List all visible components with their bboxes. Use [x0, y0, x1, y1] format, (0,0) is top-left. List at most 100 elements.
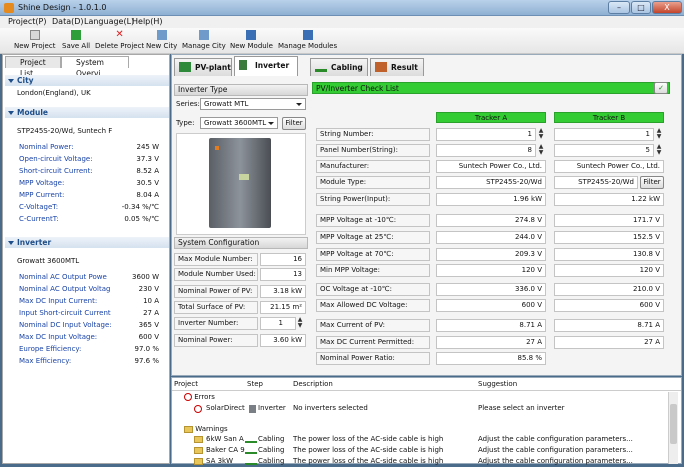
- inverter-property-value: 600 V: [138, 333, 159, 341]
- tracker-b-value[interactable]: 1: [554, 128, 654, 141]
- module-filter-button[interactable]: Filter: [640, 176, 664, 189]
- module-property-row: Nominal Power: 245 W: [19, 143, 159, 151]
- issue-row[interactable]: SA 3kW Cabling The power loss of the AC-si…: [194, 457, 664, 467]
- tab-system-overview[interactable]: System Overvi: [61, 56, 129, 78]
- issue-scrollbar[interactable]: [668, 392, 678, 464]
- menu-project[interactable]: Project(P): [8, 17, 46, 26]
- tracker-a-value: 244.0 V: [436, 231, 546, 244]
- tracker-b-stepper[interactable]: ▲ ▼: [654, 128, 664, 141]
- issue-project: 6kW San A: [206, 435, 244, 443]
- minimize-button[interactable]: –: [608, 1, 630, 14]
- manage-modules-icon: [302, 30, 313, 40]
- tab-cabling[interactable]: Cabling: [310, 58, 368, 76]
- check-list-header: PV/Inverter Check List: [312, 82, 670, 94]
- save-all-button[interactable]: Save All: [62, 30, 90, 50]
- tab-project-list[interactable]: Project List: [5, 56, 61, 78]
- scrollbar-thumb[interactable]: [670, 404, 677, 444]
- module-property-label: C-CurrentT:: [19, 215, 59, 223]
- issue-row[interactable]: Baker CA 9 Cabling The power loss of the A…: [194, 446, 664, 456]
- maximize-button[interactable]: □: [631, 1, 651, 14]
- pv-plant-icon: [179, 62, 191, 72]
- delete-project-button[interactable]: ✕ Delete Project: [95, 30, 144, 51]
- tracker-a-value[interactable]: 1: [436, 128, 536, 141]
- col-project: Project: [174, 380, 198, 388]
- tracker-a-value: Suntech Power Co., Ltd.: [436, 160, 546, 173]
- inverter-property-label: Nominal DC Input Voltage:: [19, 321, 112, 329]
- tracker-a-value: 274.8 V: [436, 214, 546, 227]
- module-property-value: 8.52 A: [136, 167, 159, 175]
- errors-group[interactable]: Errors: [184, 393, 215, 401]
- close-button[interactable]: X: [652, 1, 682, 14]
- module-property-value: -0.34 %/℃: [121, 203, 159, 211]
- inverter-image: [176, 133, 306, 235]
- inverter-icon: [239, 60, 247, 70]
- module-property-label: Nominal Power:: [19, 143, 74, 151]
- menu-language[interactable]: Language(L): [84, 17, 134, 26]
- tracker-b-value: 8.71 A: [554, 319, 664, 332]
- tracker-a-value: 336.0 V: [436, 283, 546, 296]
- module-property-label: MPP Current:: [19, 191, 65, 199]
- tracker-b-value: 1.22 kW: [554, 193, 664, 206]
- type-select[interactable]: Growatt 3600MTL: [200, 117, 278, 129]
- module-section-header[interactable]: Module: [5, 107, 169, 118]
- issue-description: No inverters selected: [293, 404, 368, 412]
- inverter-section-header[interactable]: Inverter: [5, 237, 169, 248]
- new-module-button[interactable]: New Module: [230, 30, 273, 50]
- module-property-row: MPP Current: 8.04 A: [19, 191, 159, 199]
- tab-inverter[interactable]: Inverter: [234, 56, 298, 76]
- tracker-a-stepper[interactable]: ▲ ▼: [536, 144, 546, 157]
- menu-help[interactable]: Help(H): [132, 17, 163, 26]
- checklist-label: MPP Voltage at 25℃:: [316, 231, 430, 244]
- tracker-b-value: 600 V: [554, 299, 664, 312]
- manage-modules-button[interactable]: Manage Modules: [278, 30, 337, 50]
- module-property-label: Short-circuit Current:: [19, 167, 93, 175]
- inverter-step-icon: [249, 405, 256, 413]
- manage-city-button[interactable]: Manage City: [182, 30, 226, 50]
- manage-city-icon: [198, 30, 209, 40]
- inverter-number-input[interactable]: 1: [260, 317, 296, 330]
- new-city-button[interactable]: New City: [146, 30, 177, 50]
- module-property-label: MPP Voltage:: [19, 179, 65, 187]
- inverter-property-label: Nominal AC Output Powe: [19, 273, 107, 281]
- tracker-b-value[interactable]: 5: [554, 144, 654, 157]
- tracker-b-value: 120 V: [554, 264, 664, 277]
- tracker-a-stepper[interactable]: ▲ ▼: [536, 128, 546, 141]
- checklist-label: MPP Voltage at -10℃:: [316, 214, 430, 227]
- inverter-property-value: 3600 W: [132, 273, 159, 281]
- issue-description: The power loss of the AC-side cable is h…: [293, 435, 444, 443]
- system-config-title: System Configuration: [174, 237, 308, 249]
- inverter-number-stepper[interactable]: ▲ ▼: [295, 317, 305, 330]
- issue-step: Cabling: [258, 446, 285, 454]
- series-select[interactable]: Growatt MTL: [200, 98, 306, 110]
- issue-project: SolarDirect: [206, 404, 245, 412]
- tracker-a-value: 120 V: [436, 264, 546, 277]
- type-filter-button[interactable]: Filter: [282, 117, 306, 130]
- inverter-property-label: Input Short-circuit Current: [19, 309, 111, 317]
- module-property-value: 0.05 %/℃: [124, 215, 159, 223]
- inverter-property-row: Europe Efficiency: 97.0 %: [19, 345, 159, 353]
- issue-row[interactable]: SolarDirect Inverter No inverters selected…: [194, 404, 664, 414]
- menu-data[interactable]: Data(D): [52, 17, 84, 26]
- tracker-a-value: 1.96 kW: [436, 193, 546, 206]
- checklist-label: Module Type:: [316, 176, 430, 189]
- tab-pv-plant[interactable]: PV-plant: [174, 58, 232, 76]
- inverter-display: [239, 174, 249, 180]
- module-property-value: 30.5 V: [136, 179, 159, 187]
- module-property-row: C-VoltageT: -0.34 %/℃: [19, 203, 159, 211]
- app-icon: [4, 3, 14, 13]
- checklist-refresh-icon[interactable]: ✓: [654, 82, 668, 94]
- tracker-b-header: Tracker B: [554, 112, 664, 123]
- module-property-row: Open-circuit Voltage: 37.3 V: [19, 155, 159, 163]
- tracker-b-stepper[interactable]: ▲ ▼: [654, 144, 664, 157]
- new-project-button[interactable]: New Project: [14, 30, 55, 50]
- tracker-a-value[interactable]: 8: [436, 144, 536, 157]
- checklist-label: String Number:: [316, 128, 430, 141]
- warnings-group[interactable]: Warnings: [184, 425, 228, 433]
- city-section-header[interactable]: City: [5, 75, 169, 86]
- issue-step: Cabling: [258, 435, 285, 443]
- main-panel: PV-plant Inverter Cabling Result Inverte…: [171, 54, 682, 376]
- tab-result[interactable]: Result: [370, 58, 424, 76]
- issue-row[interactable]: 6kW San A Cabling The power loss of the AC…: [194, 435, 664, 445]
- issue-step: Inverter: [258, 404, 286, 412]
- inverter-property-label: Max DC Input Voltage:: [19, 333, 98, 341]
